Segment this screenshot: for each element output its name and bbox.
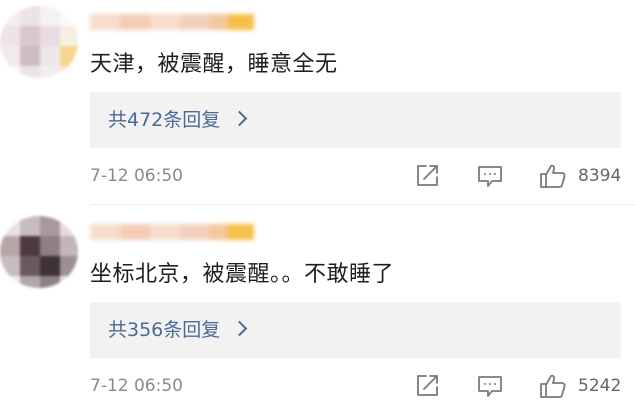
comment-item: 坐标北京，被震醒。。不敢睡了 共356条回复 7-12 06:50 5242 (0, 210, 635, 415)
chevron-right-icon (232, 110, 248, 127)
replies-label-wrap[interactable]: 共356条回复 (108, 316, 248, 344)
replies-label-wrap[interactable]: 共472条回复 (108, 106, 248, 134)
share-icon[interactable] (413, 372, 441, 400)
timestamp: 7-12 06:50 (90, 376, 183, 396)
replies-label[interactable]: 共356条回复 (108, 319, 220, 341)
timestamp: 7-12 06:50 (90, 166, 183, 186)
like-count: 8394 (578, 166, 622, 186)
replies-label[interactable]: 共472条回复 (108, 109, 220, 131)
avatar[interactable] (0, 216, 78, 288)
share-icon[interactable] (413, 162, 441, 190)
comment-icon[interactable] (476, 162, 504, 190)
like-icon[interactable] (539, 162, 567, 190)
replies-link[interactable]: 共472条回复 (90, 92, 621, 148)
comment-text: 坐标北京，被震醒。。不敢睡了 (90, 262, 395, 287)
like-count: 5242 (578, 376, 622, 396)
chevron-right-icon (232, 320, 248, 337)
avatar[interactable] (0, 6, 78, 78)
comment-item: 天津，被震醒，睡意全无 共472条回复 7-12 06:50 8394 (0, 0, 635, 205)
divider (90, 204, 635, 205)
replies-link[interactable]: 共356条回复 (90, 302, 621, 358)
comment-icon[interactable] (476, 372, 504, 400)
username-redacted[interactable] (90, 224, 260, 240)
like-icon[interactable] (539, 372, 567, 400)
comment-text: 天津，被震醒，睡意全无 (90, 52, 338, 77)
username-redacted[interactable] (90, 14, 260, 30)
